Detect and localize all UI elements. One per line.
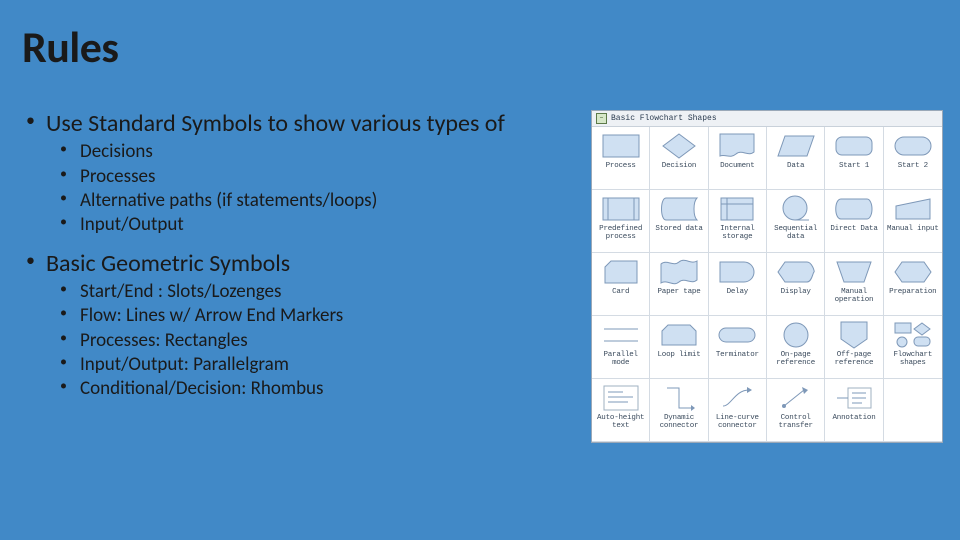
shape-empty bbox=[884, 379, 942, 442]
shape-dynamic-connector[interactable]: Dynamic connector bbox=[650, 379, 708, 442]
shape-annotation[interactable]: Annotation bbox=[825, 379, 883, 442]
shapes-grid: Process Decision Document Data Start 1 S… bbox=[592, 127, 942, 442]
subbullet: Flow: Lines w/ Arrow End Markers bbox=[60, 304, 586, 328]
shape-internal-storage[interactable]: Internal storage bbox=[709, 190, 767, 253]
shape-autoheight-text[interactable]: Auto-height text bbox=[592, 379, 650, 442]
panel-title: Basic Flowchart Shapes bbox=[611, 114, 717, 123]
subbullet: Decisions bbox=[60, 140, 586, 164]
shape-card[interactable]: Card bbox=[592, 253, 650, 316]
subbullet: Processes bbox=[60, 165, 586, 189]
shape-predefined-process[interactable]: Predefined process bbox=[592, 190, 650, 253]
shape-parallel-mode[interactable]: Parallel mode bbox=[592, 316, 650, 379]
collapse-icon[interactable]: – bbox=[596, 113, 607, 124]
subbullet: Conditional/Decision: Rhombus bbox=[60, 377, 586, 401]
shape-offpage-ref[interactable]: Off-page reference bbox=[825, 316, 883, 379]
shape-preparation[interactable]: Preparation bbox=[884, 253, 942, 316]
shape-terminator[interactable]: Terminator bbox=[709, 316, 767, 379]
shape-loop-limit[interactable]: Loop limit bbox=[650, 316, 708, 379]
shape-start2[interactable]: Start 2 bbox=[884, 127, 942, 190]
subbullet: Input/Output: Parallelgram bbox=[60, 353, 586, 377]
shape-display[interactable]: Display bbox=[767, 253, 825, 316]
slide-title: Rules bbox=[22, 20, 118, 74]
shape-process[interactable]: Process bbox=[592, 127, 650, 190]
shape-control-transfer[interactable]: Control transfer bbox=[767, 379, 825, 442]
bullet-standard-symbols: Use Standard Symbols to show various typ… bbox=[26, 110, 586, 138]
slide-body: Use Standard Symbols to show various typ… bbox=[26, 110, 586, 413]
subbullet: Input/Output bbox=[60, 213, 586, 237]
shape-flowchart-shapes[interactable]: Flowchart shapes bbox=[884, 316, 942, 379]
shapes-panel: – Basic Flowchart Shapes Process Decisio… bbox=[591, 110, 943, 443]
shape-delay[interactable]: Delay bbox=[709, 253, 767, 316]
panel-header[interactable]: – Basic Flowchart Shapes bbox=[592, 111, 942, 127]
shape-manual-input[interactable]: Manual input bbox=[884, 190, 942, 253]
shape-line-curve-connector[interactable]: Line-curve connector bbox=[709, 379, 767, 442]
subbullet: Alternative paths (if statements/loops) bbox=[60, 189, 586, 213]
shape-start1[interactable]: Start 1 bbox=[825, 127, 883, 190]
shape-sequential-data[interactable]: Sequential data bbox=[767, 190, 825, 253]
shape-direct-data[interactable]: Direct Data bbox=[825, 190, 883, 253]
shape-paper-tape[interactable]: Paper tape bbox=[650, 253, 708, 316]
shape-decision[interactable]: Decision bbox=[650, 127, 708, 190]
shape-onpage-ref[interactable]: On-page reference bbox=[767, 316, 825, 379]
bullet-geometric-symbols: Basic Geometric Symbols bbox=[26, 250, 586, 278]
shape-document[interactable]: Document bbox=[709, 127, 767, 190]
shape-stored-data[interactable]: Stored data bbox=[650, 190, 708, 253]
shape-data[interactable]: Data bbox=[767, 127, 825, 190]
subbullet: Start/End : Slots/Lozenges bbox=[60, 280, 586, 304]
subbullet: Processes: Rectangles bbox=[60, 329, 586, 353]
shape-manual-operation[interactable]: Manual operation bbox=[825, 253, 883, 316]
